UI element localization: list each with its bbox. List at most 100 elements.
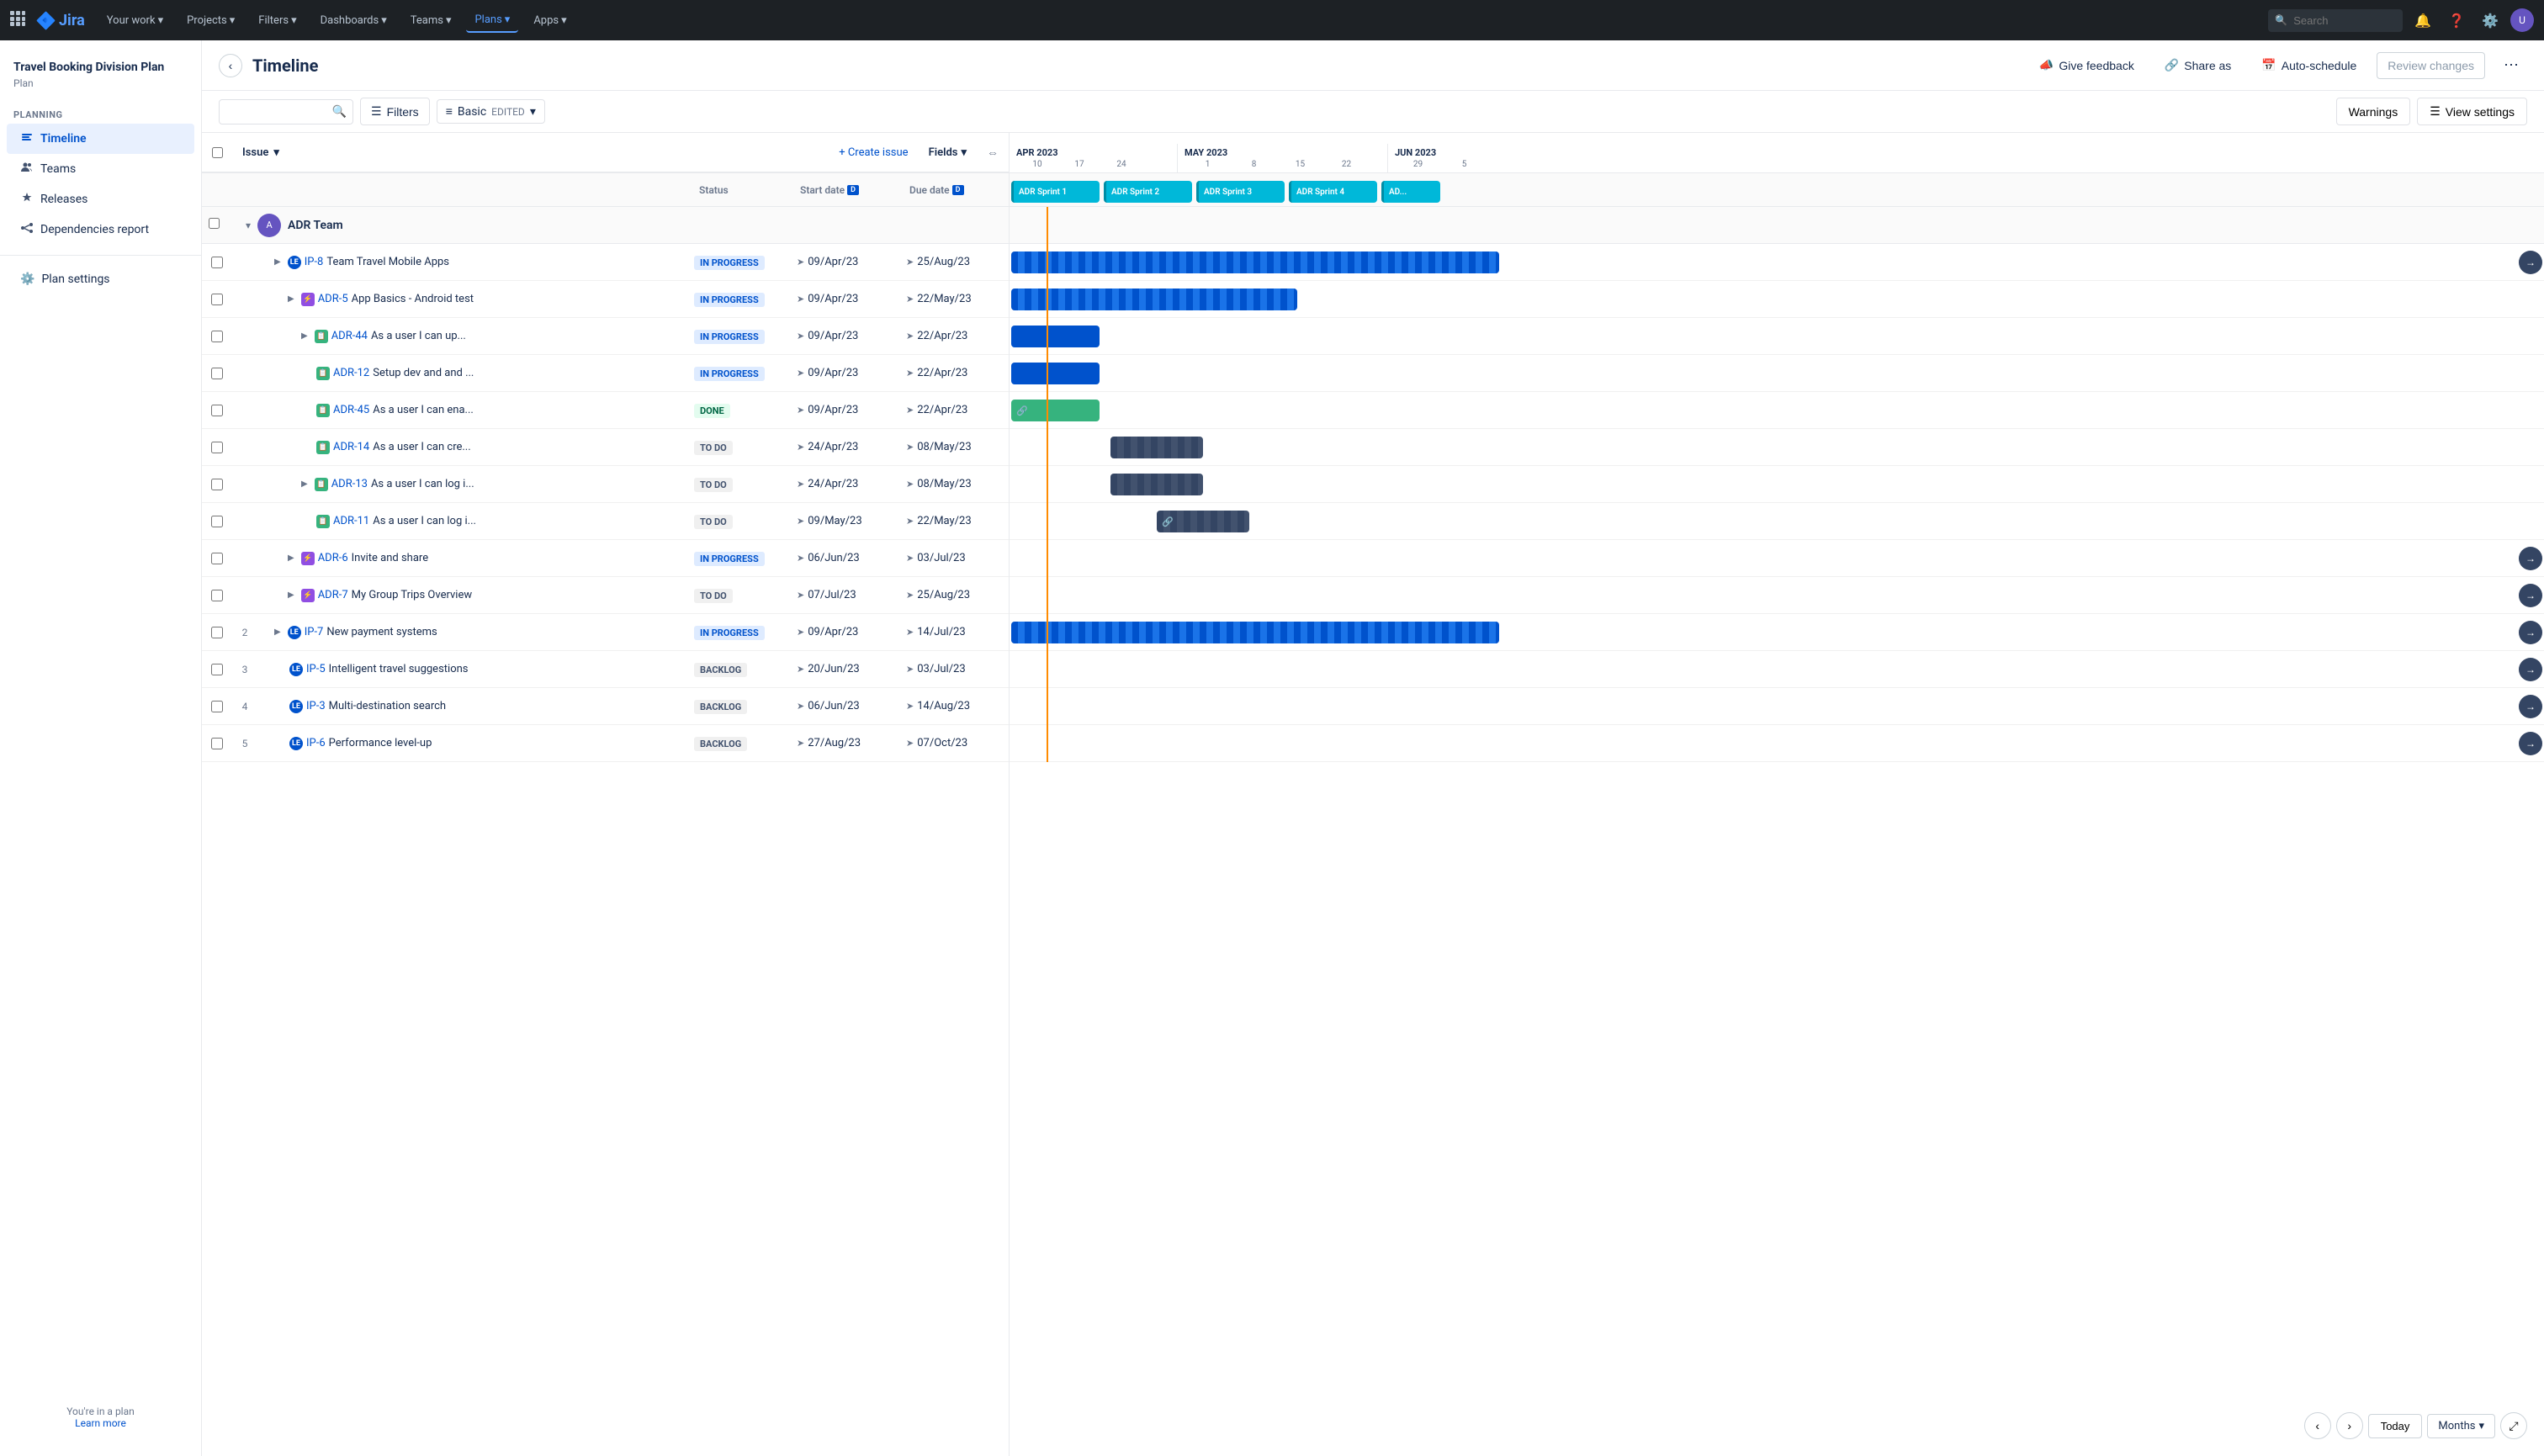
issue-key[interactable]: ADR-45 <box>333 404 369 416</box>
col-issue-header[interactable]: Issue ▾ <box>232 146 829 159</box>
row-checkbox[interactable] <box>211 405 223 416</box>
arrow-ip3[interactable]: → <box>2519 695 2542 718</box>
view-settings-button[interactable]: ☰ View settings <box>2417 98 2527 125</box>
start-date-icon: ➤ <box>797 405 804 416</box>
sidebar-item-timeline[interactable]: Timeline <box>7 124 194 154</box>
issue-key[interactable]: ADR-12 <box>333 367 369 379</box>
row-checkbox[interactable] <box>211 442 223 453</box>
issue-key[interactable]: ADR-11 <box>333 515 369 527</box>
le-icon: LE <box>289 700 303 713</box>
expand-all-button[interactable]: ⤢ <box>2500 1412 2527 1439</box>
months-dropdown[interactable]: Months ▾ <box>2427 1414 2495 1438</box>
help-icon[interactable]: ❓ <box>2443 8 2470 34</box>
start-date-cell: ➤ 24/Apr/23 <box>790 441 899 453</box>
issue-key[interactable]: ADR-14 <box>333 441 369 453</box>
issue-key[interactable]: IP-3 <box>306 700 326 712</box>
team-expand-icon[interactable]: ▾ <box>246 220 251 231</box>
issue-row: 5 LE IP-6 Performance level-up BACKLOG ➤… <box>202 725 1009 762</box>
warnings-button[interactable]: Warnings <box>2336 98 2411 125</box>
more-options-button[interactable]: ⋯ <box>2495 50 2527 80</box>
give-feedback-button[interactable]: 📣 Give feedback <box>2029 52 2144 78</box>
row-checkbox[interactable] <box>211 701 223 712</box>
nav-dashboards[interactable]: Dashboards ▾ <box>312 9 395 32</box>
nav-apps[interactable]: Apps ▾ <box>525 9 575 32</box>
row-checkbox[interactable] <box>211 368 223 379</box>
row-checkbox[interactable] <box>211 553 223 564</box>
create-issue-button[interactable]: + Create issue <box>829 146 918 159</box>
issue-key[interactable]: IP-6 <box>306 737 326 749</box>
arrow-ip6[interactable]: → <box>2519 732 2542 755</box>
row-checkbox[interactable] <box>211 664 223 675</box>
issue-name: Invite and share <box>352 552 428 564</box>
row-checkbox[interactable] <box>211 331 223 342</box>
share-as-button[interactable]: 🔗 Share as <box>2154 52 2241 78</box>
expand-icon[interactable]: ▶ <box>284 550 298 566</box>
settings-icon[interactable]: ⚙️ <box>2477 8 2504 34</box>
start-date-cell: ➤ 09/Apr/23 <box>790 256 899 268</box>
month-may-label: MAY 2023 <box>1185 147 1381 158</box>
row-content: ▶ ⚡ ADR-7 My Group Trips Overview <box>257 587 689 603</box>
expand-icon[interactable]: ▶ <box>271 624 284 640</box>
notification-bell-icon[interactable]: 🔔 <box>2409 8 2436 34</box>
today-button[interactable]: Today <box>2368 1414 2423 1438</box>
expand-icon[interactable]: ▶ <box>284 291 298 307</box>
nav-teams[interactable]: Teams ▾ <box>402 9 460 32</box>
sub-col-start[interactable]: Start date D <box>790 184 899 196</box>
issue-key[interactable]: IP-5 <box>306 663 326 675</box>
learn-more-link[interactable]: Learn more <box>75 1417 126 1429</box>
row-checkbox[interactable] <box>211 627 223 638</box>
issue-key[interactable]: ADR-5 <box>318 293 348 305</box>
auto-schedule-button[interactable]: 📅 Auto-schedule <box>2251 52 2366 78</box>
nav-plans[interactable]: Plans ▾ <box>466 8 518 33</box>
issue-key[interactable]: ADR-13 <box>331 478 368 490</box>
next-button[interactable]: › <box>2336 1412 2363 1439</box>
row-checkbox[interactable] <box>211 590 223 601</box>
jira-logo[interactable]: Jira <box>35 10 85 30</box>
filter-mode-selector[interactable]: ≡ Basic EDITED ▾ <box>437 99 545 124</box>
issue-row: 📋 ADR-45 As a user I can ena... DONE ➤ 0… <box>202 392 1009 429</box>
collapse-sidebar-button[interactable]: ‹ <box>219 54 242 77</box>
row-checkbox[interactable] <box>211 479 223 490</box>
sidebar-item-releases[interactable]: Releases <box>7 184 194 214</box>
start-date-icon: ➤ <box>797 368 804 379</box>
expand-icon[interactable]: ▶ <box>284 587 298 603</box>
row-checkbox[interactable] <box>211 294 223 305</box>
issue-key[interactable]: IP-7 <box>305 626 324 638</box>
arrow-ip7[interactable]: → <box>2519 621 2542 644</box>
arrow-adr6[interactable]: → <box>2519 547 2542 570</box>
team-checkbox[interactable] <box>209 218 220 229</box>
col-fields-header[interactable]: Fields ▾ <box>919 146 977 159</box>
grid-icon[interactable] <box>10 11 25 29</box>
issue-key[interactable]: ADR-6 <box>318 552 348 564</box>
sidebar-item-teams[interactable]: Teams <box>7 154 194 184</box>
review-changes-button[interactable]: Review changes <box>2377 52 2485 79</box>
row-checkbox[interactable] <box>211 516 223 527</box>
issue-row: 📋 ADR-12 Setup dev and and ... IN PROGRE… <box>202 355 1009 392</box>
select-all-checkbox[interactable] <box>212 147 223 158</box>
expand-icon[interactable]: ▶ <box>298 476 311 492</box>
arrow-ip8[interactable]: → <box>2519 251 2542 274</box>
search-input[interactable] <box>2268 9 2403 32</box>
issue-key[interactable]: ADR-7 <box>318 589 348 601</box>
sub-col-due[interactable]: Due date D <box>899 184 1009 196</box>
expand-icon[interactable]: ▶ <box>271 254 284 270</box>
avatar[interactable]: U <box>2510 8 2534 32</box>
nav-projects[interactable]: Projects ▾ <box>178 9 243 32</box>
nav-filters[interactable]: Filters ▾ <box>250 9 305 32</box>
filters-button[interactable]: ☰ Filters <box>360 98 430 125</box>
expand-icon[interactable]: ▶ <box>298 328 311 344</box>
arrow-adr7[interactable]: → <box>2519 584 2542 607</box>
issue-key[interactable]: IP-8 <box>305 256 324 268</box>
nav-your-work[interactable]: Your work ▾ <box>98 9 172 32</box>
due-date-cell: ➤ 08/May/23 <box>899 478 1009 490</box>
start-date-icon: ➤ <box>797 590 804 601</box>
issue-key[interactable]: ADR-44 <box>331 330 368 342</box>
plan-subtitle: Plan <box>0 77 201 103</box>
row-checkbox[interactable] <box>211 257 223 268</box>
prev-button[interactable]: ‹ <box>2304 1412 2331 1439</box>
sidebar-item-dependencies[interactable]: Dependencies report <box>7 214 194 245</box>
col-expand-button[interactable]: ⇔ <box>977 146 1009 160</box>
arrow-ip5[interactable]: → <box>2519 658 2542 681</box>
row-checkbox[interactable] <box>211 738 223 749</box>
sidebar-item-plan-settings[interactable]: ⚙️ Plan settings <box>7 266 194 293</box>
